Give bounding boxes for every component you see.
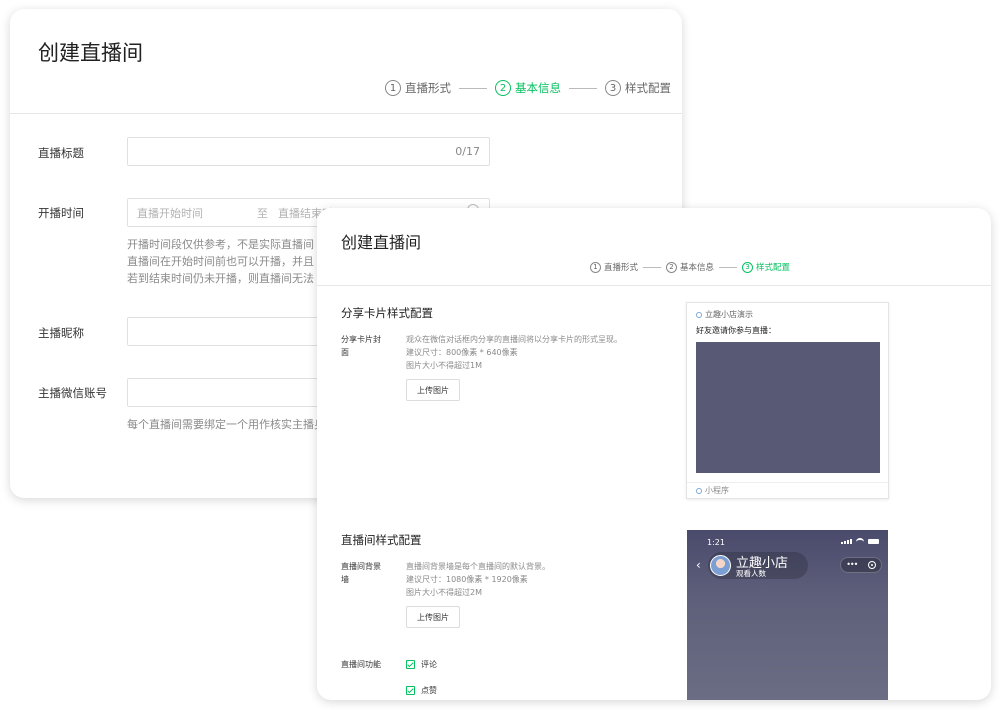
share-card-preview: 立趣小店演示 好友邀请你参与直播： 小程序 xyxy=(686,302,889,499)
room-features-label: 直播间功能 xyxy=(341,660,381,669)
close-target-icon xyxy=(867,561,876,569)
share-card-section-heading: 分享卡片样式配置 xyxy=(341,306,433,320)
header-divider xyxy=(317,285,991,286)
battery-icon xyxy=(868,538,879,544)
nickname-field-label: 主播昵称 xyxy=(38,326,84,340)
preview-footer-text: 小程序 xyxy=(705,486,729,495)
avatar xyxy=(710,555,731,576)
step-label: 直播形式 xyxy=(405,81,451,95)
checkbox-icon xyxy=(406,660,415,669)
step-2: 2 基本信息 xyxy=(495,80,561,96)
upload-background-button[interactable]: 上传图片 xyxy=(406,606,460,628)
page-title: 创建直播间 xyxy=(341,233,422,252)
signal-icon xyxy=(841,538,852,544)
preview-store-name-text: 立趣小店演示 xyxy=(705,310,753,319)
live-room-phone-preview: 1:21 ‹ 立趣小店 观看人数 ••• xyxy=(687,530,888,700)
share-desc-line-1: 观众在微信对话框内分享的直播间将以分享卡片的形式呈现。 xyxy=(406,335,622,344)
upload-share-image-button[interactable]: 上传图片 xyxy=(406,379,460,401)
title-input[interactable]: 0/17 xyxy=(127,137,490,166)
mini-program-capsule: ••• xyxy=(840,557,882,573)
step-connector xyxy=(569,87,597,89)
phone-viewer-count: 观看人数 xyxy=(736,569,766,578)
step-3: 3 样式配置 xyxy=(605,80,671,96)
time-hint-line-3: 若到结束时间仍未开播，则直播间无法 xyxy=(127,272,314,285)
step-number: 1 xyxy=(590,261,601,273)
room-desc-line-3: 图片大小不得超过2M xyxy=(406,588,482,597)
step-label: 直播形式 xyxy=(604,263,639,273)
room-desc-line-1: 直播间背景墙是每个直播间的默认背景。 xyxy=(406,562,550,571)
page-title: 创建直播间 xyxy=(38,41,143,65)
step-1: 1 直播形式 xyxy=(385,80,451,96)
wechat-field-label: 主播微信账号 xyxy=(38,386,107,400)
share-desc-line-3: 图片大小不得超过1M xyxy=(406,361,482,370)
step-1: 1 直播形式 xyxy=(590,261,638,273)
step-label: 基本信息 xyxy=(680,263,715,273)
preview-invite-text: 好友邀请你参与直播： xyxy=(696,326,776,335)
room-desc-line-2: 建议尺寸：1080像素 * 1920像素 xyxy=(406,575,528,584)
phone-time: 1:21 xyxy=(707,538,725,547)
more-icon: ••• xyxy=(846,560,858,569)
back-chevron-icon: ‹ xyxy=(696,558,701,572)
step-number: 2 xyxy=(666,261,678,273)
time-field-label: 开播时间 xyxy=(38,206,84,220)
like-checkbox-label: 点赞 xyxy=(421,686,437,695)
step-indicator: 1 直播形式 2 基本信息 3 样式配置 xyxy=(590,261,790,273)
title-char-counter: 0/17 xyxy=(455,145,480,158)
phone-status-icons xyxy=(841,538,879,544)
mini-program-icon xyxy=(696,487,702,494)
step-2: 2 基本信息 xyxy=(666,261,714,273)
step-number: 2 xyxy=(495,80,511,96)
title-field-label: 直播标题 xyxy=(38,146,84,160)
wechat-hint: 每个直播间需要绑定一个用作核实主播身 xyxy=(127,418,325,431)
range-separator: 至 xyxy=(257,206,268,220)
share-desc-line-2: 建议尺寸：800像素 * 640像素 xyxy=(406,348,518,357)
time-hint-line-2: 直播间在开始时间前也可以开播，并且 xyxy=(127,255,314,268)
step-label: 样式配置 xyxy=(625,81,671,95)
step-connector xyxy=(459,87,487,89)
step-label: 基本信息 xyxy=(515,81,561,95)
step-number: 1 xyxy=(385,80,401,96)
share-cover-label: 分享卡片封面 xyxy=(341,335,381,357)
start-time-placeholder: 直播开始时间 xyxy=(137,206,203,220)
checkbox-icon xyxy=(406,686,415,695)
step-connector xyxy=(643,266,662,268)
step-number: 3 xyxy=(742,261,754,273)
room-background-label: 直播间背景墙 xyxy=(341,562,381,584)
store-icon xyxy=(696,311,702,318)
step-connector xyxy=(719,266,738,268)
time-hint-line-1: 开播时间段仅供参考，不是实际直播间 xyxy=(127,238,314,251)
step-number: 3 xyxy=(605,80,621,96)
create-live-room-window-front: 创建直播间 1 直播形式 2 基本信息 3 样式配置 分享卡片样式配置 分享卡片封面 … xyxy=(317,208,991,700)
wifi-icon xyxy=(856,538,864,544)
preview-cover-image xyxy=(696,342,880,473)
preview-store-name: 立趣小店演示 xyxy=(696,309,753,320)
step-indicator: 1 直播形式 2 基本信息 3 样式配置 xyxy=(385,80,671,96)
room-style-section-heading: 直播间样式配置 xyxy=(341,533,422,547)
preview-footer: 小程序 xyxy=(687,482,888,498)
comment-checkbox[interactable]: 评论 xyxy=(406,659,437,670)
header-divider xyxy=(10,113,682,114)
step-label: 样式配置 xyxy=(756,263,791,273)
step-3: 3 样式配置 xyxy=(742,261,790,273)
like-checkbox[interactable]: 点赞 xyxy=(406,685,437,696)
comment-checkbox-label: 评论 xyxy=(421,660,437,669)
